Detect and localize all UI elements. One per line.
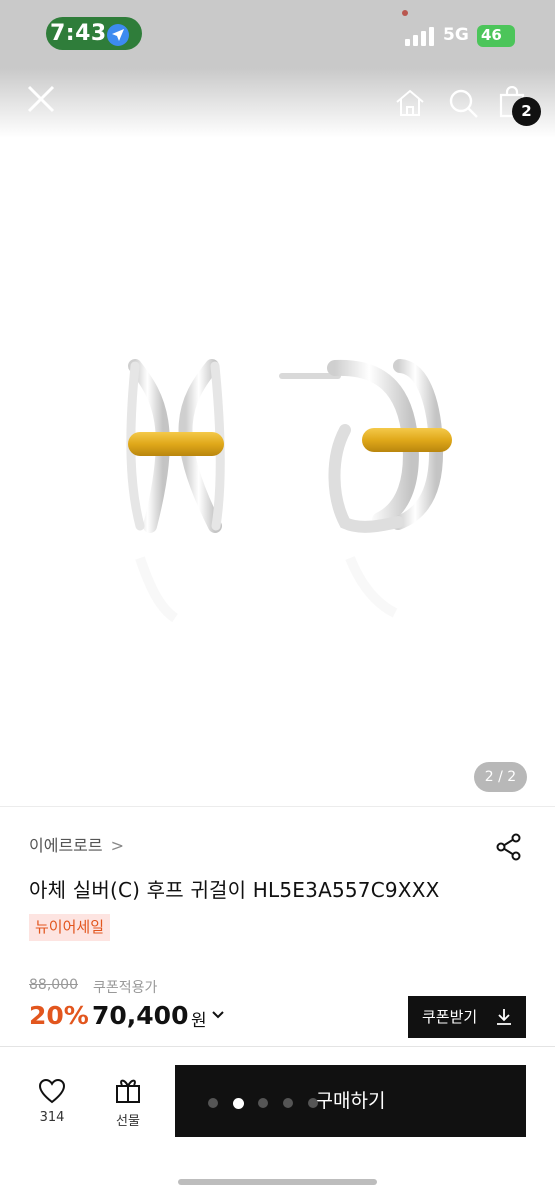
divider <box>0 1046 555 1047</box>
like-count: 314 <box>39 1110 65 1125</box>
earring-photo <box>126 359 452 623</box>
coupon-download-button[interactable]: 쿠폰받기 <box>408 996 526 1038</box>
battery-level: 46 <box>481 26 502 44</box>
brand-link[interactable]: 이에르로르 > <box>29 832 124 856</box>
indicator-dot <box>308 1098 318 1108</box>
gift-button[interactable]: 선물 <box>100 1076 156 1132</box>
status-bar: 7:43 5G 46 <box>0 0 555 68</box>
home-icon[interactable] <box>394 88 426 118</box>
sale-tag: 뉴이어세일 <box>29 914 111 941</box>
gift-label: 선물 <box>116 1114 140 1129</box>
indicator-dot <box>233 1097 244 1109</box>
home-indicator[interactable] <box>178 1179 377 1185</box>
buy-button[interactable]: 구매하기 <box>175 1065 526 1137</box>
location-arrow-icon <box>107 24 129 46</box>
close-icon[interactable] <box>24 82 58 116</box>
indicator-dot <box>208 1098 218 1108</box>
battery-icon: 46 <box>477 25 515 47</box>
chevron-down-icon[interactable] <box>211 1010 225 1020</box>
discount-rate: 20% <box>29 1001 89 1030</box>
indicator-dot <box>258 1098 268 1108</box>
indicator-dot <box>283 1098 293 1108</box>
brand-name: 이에르로르 <box>29 836 103 855</box>
camera-indicator <box>402 10 408 16</box>
cart-count-badge: 2 <box>512 97 541 126</box>
product-image[interactable] <box>0 138 555 806</box>
sale-price: 70,400 <box>92 1001 189 1030</box>
like-button[interactable]: 314 <box>24 1076 80 1132</box>
network-type: 5G <box>443 25 469 45</box>
right-earring <box>279 359 452 618</box>
download-icon <box>497 1009 511 1025</box>
gift-icon <box>116 1079 140 1103</box>
coupon-button-label: 쿠폰받기 <box>422 1008 478 1026</box>
heart-icon <box>38 1078 66 1104</box>
divider <box>0 806 555 807</box>
clock: 7:43 <box>50 21 107 46</box>
coupon-price-note: 쿠폰적용가 <box>93 980 158 996</box>
left-earring <box>126 359 225 623</box>
original-price: 88,000 <box>29 977 78 993</box>
chevron-right-icon: > <box>110 836 125 855</box>
product-title: 아체 실버(C) 후프 귀걸이 HL5E3A557C9XXX <box>29 878 440 902</box>
currency-label[interactable]: 원 <box>191 1006 207 1031</box>
share-icon[interactable] <box>495 833 523 861</box>
image-counter: 2 / 2 <box>474 762 527 792</box>
search-icon[interactable] <box>448 88 480 120</box>
signal-bars-icon <box>405 27 434 46</box>
